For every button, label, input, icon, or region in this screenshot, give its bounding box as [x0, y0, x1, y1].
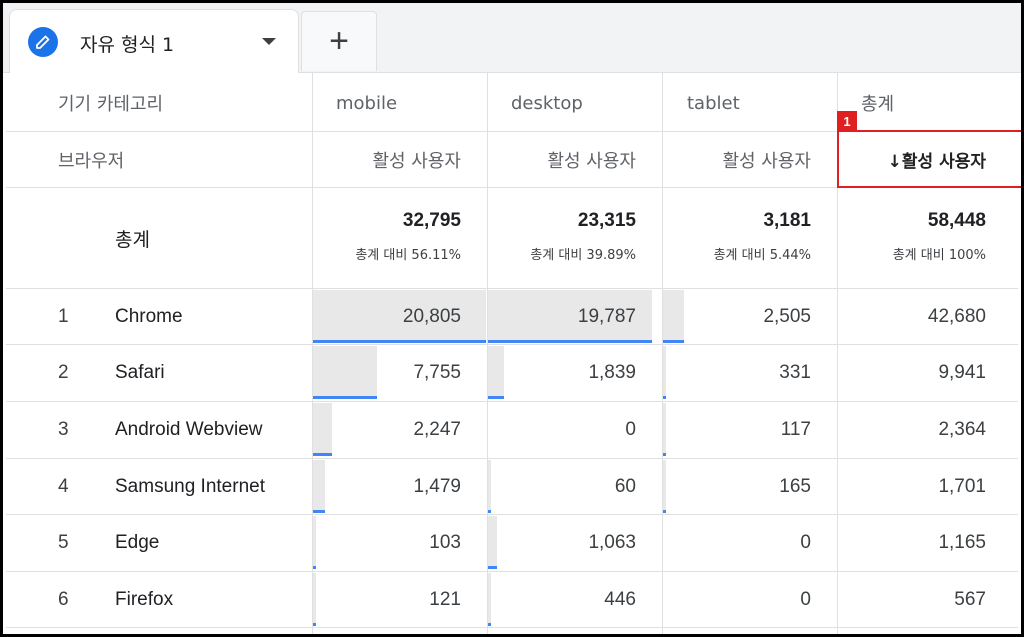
column-header-tablet[interactable]: tablet	[687, 75, 740, 131]
tab-freeform-1[interactable]: 자유 형식 1	[9, 9, 299, 73]
cell-total: 42,680	[927, 305, 986, 327]
metric-header-desktop[interactable]: 활성 사용자	[488, 132, 636, 187]
totals-total: 58,448 총계 대비 100%	[838, 210, 986, 263]
tab-bar: 자유 형식 1 +	[3, 3, 1021, 73]
totals-value: 3,181	[763, 210, 811, 231]
totals-percent: 총계 대비 39.89%	[530, 248, 636, 263]
browser-name: Firefox	[115, 588, 174, 610]
column-header-mobile[interactable]: mobile	[336, 75, 397, 131]
row-rank: 1	[58, 305, 69, 327]
cell-desktop: 60	[614, 475, 636, 497]
cell-total: 9,941	[938, 361, 986, 383]
cell-mobile: 20,805	[402, 305, 461, 327]
browser-name: Android Webview	[115, 418, 263, 440]
totals-percent: 총계 대비 100%	[892, 248, 986, 263]
cell-mobile: 121	[429, 588, 461, 610]
totals-value: 23,315	[577, 210, 636, 231]
column-header-total[interactable]: 총계	[861, 75, 894, 131]
row-rank: 5	[58, 531, 69, 553]
cell-tablet: 331	[779, 361, 811, 383]
cell-total: 567	[954, 588, 986, 610]
totals-percent: 총계 대비 5.44%	[713, 248, 811, 263]
column-header-desktop[interactable]: desktop	[511, 75, 583, 131]
row-rank: 6	[58, 588, 69, 610]
cell-tablet: 0	[800, 531, 811, 553]
cell-total: 2,364	[938, 418, 986, 440]
chevron-down-icon[interactable]	[262, 38, 276, 45]
exploration-frame: 자유 형식 1 + 기기 카테고리 mobile desktop tablet …	[0, 0, 1024, 637]
cell-desktop: 1,063	[588, 531, 636, 553]
cell-desktop: 446	[604, 588, 636, 610]
cell-desktop: 19,787	[577, 305, 636, 327]
metric-header-tablet[interactable]: 활성 사용자	[663, 132, 811, 187]
add-tab-button[interactable]: +	[301, 11, 377, 71]
totals-value: 58,448	[927, 210, 986, 231]
browser-name: Edge	[115, 531, 160, 553]
sort-highlight-box	[837, 130, 1021, 188]
pencil-icon[interactable]	[28, 27, 58, 57]
cell-desktop: 0	[625, 418, 636, 440]
cell-mobile: 2,247	[413, 418, 461, 440]
cell-tablet: 2,505	[763, 305, 811, 327]
cell-total: 1,701	[938, 475, 986, 497]
totals-value: 32,795	[402, 210, 461, 231]
browser-name: Samsung Internet	[115, 475, 265, 497]
totals-desktop: 23,315 총계 대비 39.89%	[488, 210, 636, 263]
tab-title: 자유 형식 1	[80, 34, 175, 56]
cell-tablet: 165	[779, 475, 811, 497]
cell-tablet: 0	[800, 588, 811, 610]
totals-mobile: 32,795 총계 대비 56.11%	[313, 210, 461, 263]
totals-percent: 총계 대비 56.11%	[355, 248, 461, 263]
browser-name: Safari	[115, 361, 165, 383]
metric-header-mobile[interactable]: 활성 사용자	[313, 132, 461, 187]
browser-name: Chrome	[115, 305, 183, 327]
cell-total: 1,165	[938, 531, 986, 553]
row-rank: 3	[58, 418, 69, 440]
totals-label: 총계	[115, 228, 150, 251]
row-dimension-label[interactable]: 기기 카테고리	[58, 75, 163, 131]
cell-tablet: 117	[780, 418, 811, 440]
row-rank: 4	[58, 475, 69, 497]
row-divider	[6, 627, 1018, 628]
cell-mobile: 7,755	[413, 361, 461, 383]
row-rank: 2	[58, 361, 69, 383]
plus-icon: +	[329, 22, 349, 60]
sub-dimension-label[interactable]: 브라우저	[58, 132, 124, 187]
cell-desktop: 1,839	[588, 361, 636, 383]
cell-mobile: 1,479	[413, 475, 461, 497]
cell-mobile: 103	[429, 531, 461, 553]
step-badge: 1	[837, 111, 857, 131]
totals-tablet: 3,181 총계 대비 5.44%	[663, 210, 811, 263]
